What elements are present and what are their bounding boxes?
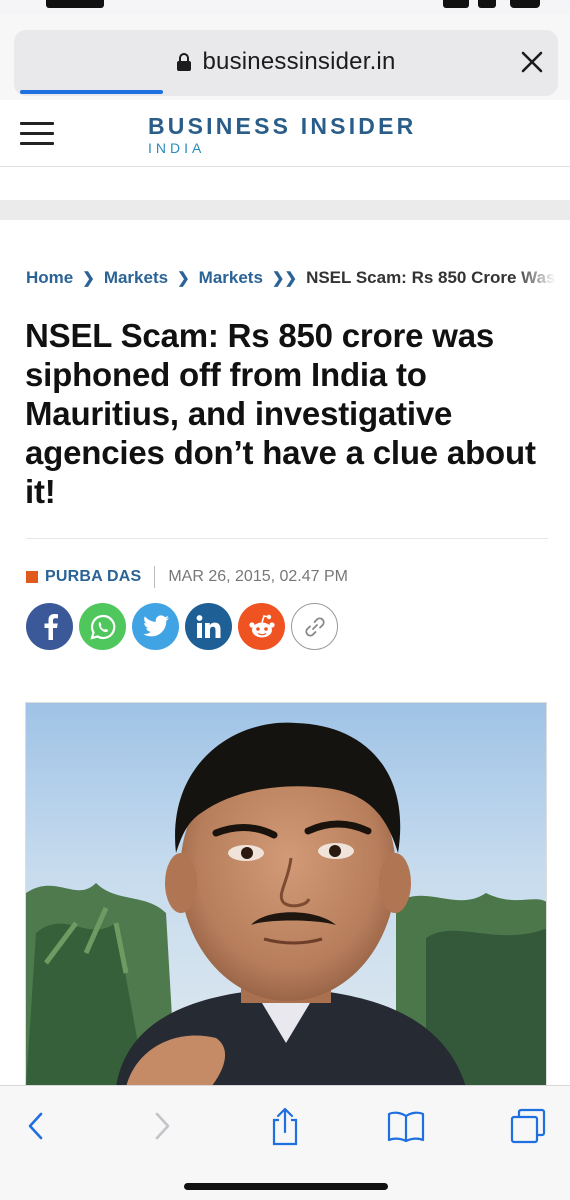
article-image <box>25 702 547 1086</box>
share-buttons <box>26 603 344 650</box>
home-indicator <box>184 1183 388 1190</box>
bookmarks-icon <box>387 1111 425 1143</box>
tabs-button[interactable] <box>508 1106 548 1146</box>
address-bar[interactable]: businessinsider.in <box>14 30 558 96</box>
close-icon[interactable] <box>520 50 544 74</box>
double-chevron-right-icon: ❯❯ <box>271 270 298 287</box>
publish-date: MAR 26, 2015, 02.47 PM <box>168 568 348 585</box>
breadcrumb: Home ❯ Markets ❯ Markets ❯❯ NSEL Scam: R… <box>26 266 556 290</box>
share-icon <box>272 1107 298 1146</box>
breadcrumb-markets[interactable]: Markets <box>104 268 168 288</box>
byline-separator <box>154 566 156 588</box>
twitter-icon <box>142 614 169 636</box>
brand-name: BUSINESS INSIDER <box>148 113 417 139</box>
breadcrumb-markets-sub[interactable]: Markets <box>199 268 263 288</box>
breadcrumb-home[interactable]: Home <box>26 268 73 288</box>
wifi-icon <box>478 0 496 8</box>
facebook-icon <box>44 613 58 640</box>
forward-button[interactable] <box>142 1106 182 1146</box>
linkedin-icon <box>196 614 220 638</box>
site-logo[interactable]: BUSINESS INSIDER INDIA <box>148 114 416 156</box>
author-name[interactable]: PURBA DAS <box>45 568 141 586</box>
url-text: businessinsider.in <box>202 48 396 75</box>
whatsapp-share-button[interactable] <box>79 603 126 650</box>
back-button[interactable] <box>16 1106 56 1146</box>
lock-icon <box>176 52 192 72</box>
forward-icon <box>155 1112 170 1140</box>
hamburger-icon[interactable] <box>20 122 54 146</box>
site-header: BUSINESS INSIDER INDIA <box>0 100 570 167</box>
browser-address-area: businessinsider.in <box>0 14 570 100</box>
signal-icon <box>443 0 469 8</box>
status-bar <box>0 0 570 14</box>
brand-sub: INDIA <box>148 140 206 156</box>
link-icon <box>304 617 325 636</box>
reddit-icon <box>248 614 275 637</box>
whatsapp-icon <box>89 614 115 640</box>
linkedin-share-button[interactable] <box>185 603 232 650</box>
status-time <box>46 0 104 8</box>
twitter-share-button[interactable] <box>132 603 179 650</box>
chevron-right-icon: ❯ <box>82 270 95 287</box>
battery-icon <box>510 0 540 8</box>
author-marker-icon <box>26 571 38 583</box>
chevron-right-icon: ❯ <box>177 270 190 287</box>
page-load-progress <box>20 90 163 94</box>
bookmarks-button[interactable] <box>386 1106 426 1146</box>
tabs-icon <box>510 1108 546 1144</box>
share-button[interactable] <box>265 1106 305 1146</box>
divider <box>26 538 548 539</box>
article-headline: NSEL Scam: Rs 850 crore was siphoned off… <box>25 317 536 510</box>
back-icon <box>28 1112 43 1140</box>
reddit-share-button[interactable] <box>238 603 285 650</box>
copy-link-button[interactable] <box>291 603 338 650</box>
ad-placeholder-band <box>0 200 570 220</box>
byline: PURBA DAS MAR 26, 2015, 02.47 PM <box>26 566 348 588</box>
facebook-share-button[interactable] <box>26 603 73 650</box>
